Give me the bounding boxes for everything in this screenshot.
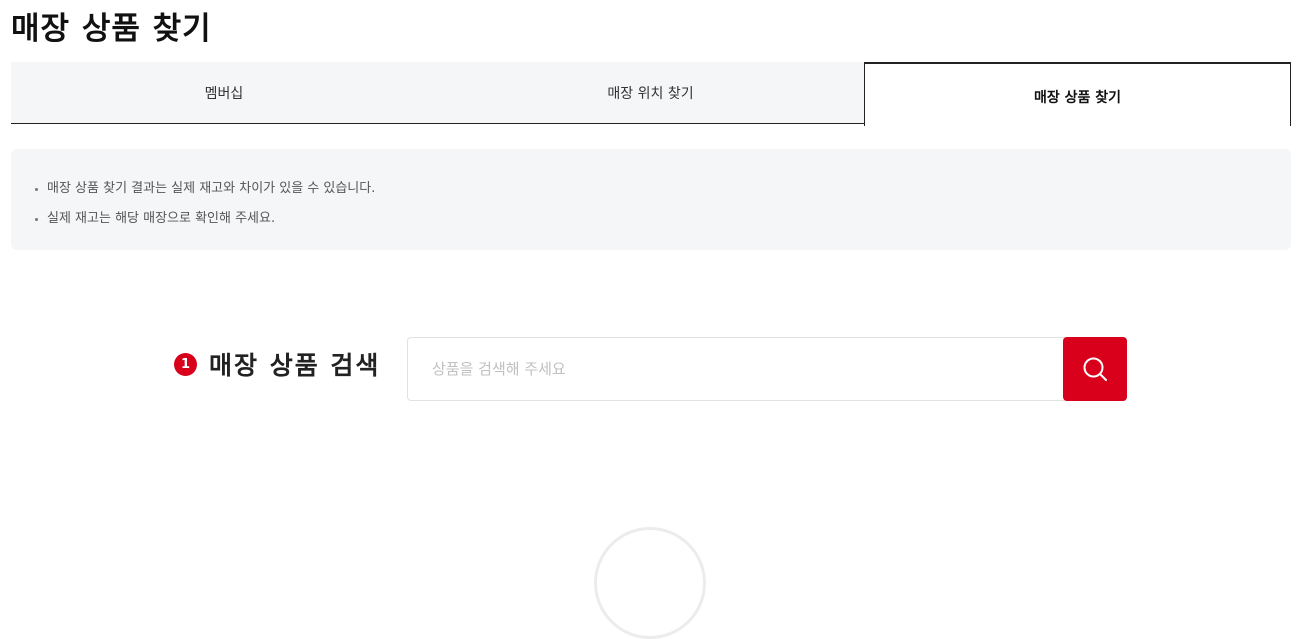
- notice-item: 실제 재고는 해당 매장으로 확인해 주세요.: [35, 204, 375, 234]
- search-button[interactable]: [1063, 337, 1127, 401]
- notice-item: 매장 상품 찾기 결과는 실제 재고와 차이가 있을 수 있습니다.: [35, 174, 375, 204]
- loading-spinner: [594, 527, 706, 639]
- search-label-text: 매장 상품 검색: [209, 351, 381, 380]
- tab-bar: 멤버십 매장 위치 찾기 매장 상품 찾기: [11, 62, 1291, 126]
- step-number-badge: 1: [174, 352, 197, 376]
- product-search-input[interactable]: [407, 337, 1065, 401]
- page-title: 매장 상품 찾기: [11, 11, 212, 47]
- notice-box: 매장 상품 찾기 결과는 실제 재고와 차이가 있을 수 있습니다. 실제 재고…: [11, 149, 1291, 250]
- tab-membership[interactable]: 멤버십: [11, 62, 437, 124]
- tab-store-location[interactable]: 매장 위치 찾기: [437, 62, 864, 124]
- tab-store-product-search[interactable]: 매장 상품 찾기: [864, 62, 1291, 126]
- search-icon: [1083, 357, 1107, 381]
- search-label: 1 매장 상품 검색: [174, 346, 380, 382]
- notice-list: 매장 상품 찾기 결과는 실제 재고와 차이가 있을 수 있습니다. 실제 재고…: [35, 174, 375, 234]
